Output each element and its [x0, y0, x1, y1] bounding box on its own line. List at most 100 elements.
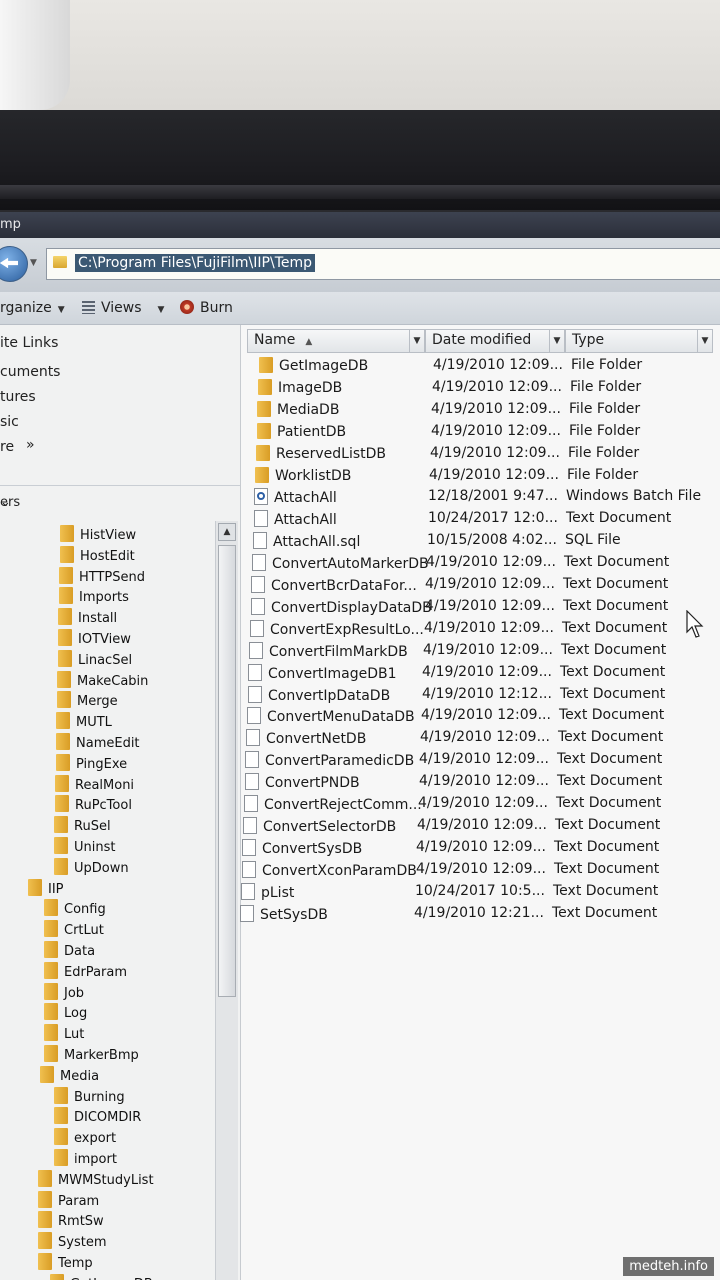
file-row[interactable]: AttachAll 12/18/2001 9:47... Windows Batch… — [241, 486, 720, 508]
favorite-link[interactable]: re — [0, 439, 14, 455]
tree-item[interactable]: MWMStudyList — [38, 1169, 154, 1188]
tree-item[interactable]: LinacSel — [58, 649, 132, 668]
views-button[interactable]: Views ▼ — [82, 300, 164, 316]
watermark: medteh.info — [623, 1257, 714, 1276]
file-row[interactable]: ConvertImageDB1 4/19/2010 12:09... Text Do… — [241, 662, 720, 684]
favorite-link[interactable]: ite Links — [0, 335, 58, 351]
column-header-date[interactable]: Date modified ▼ — [425, 329, 565, 353]
tree-scrollbar[interactable]: ▲ — [215, 521, 238, 1280]
history-dropdown-icon[interactable]: ▼ — [30, 258, 37, 268]
burn-button[interactable]: Burn — [180, 300, 233, 316]
tree-item-label: DICOMDIR — [74, 1110, 142, 1126]
favorites-more-button[interactable]: » — [26, 437, 35, 453]
file-row[interactable]: GetImageDB 4/19/2010 12:09... File Folder — [241, 355, 720, 377]
file-row[interactable]: ConvertMenuDataDB 4/19/2010 12:09... Text … — [241, 705, 720, 727]
file-row[interactable]: WorklistDB 4/19/2010 12:09... File Folder — [241, 465, 720, 487]
file-row[interactable]: ConvertDisplayDataDB 4/19/2010 12:09... Te… — [241, 596, 720, 618]
file-row[interactable]: ConvertBcrDataFor... 4/19/2010 12:09... Te… — [241, 574, 720, 596]
file-row[interactable]: ConvertXconParamDB 4/19/2010 12:09... Text… — [241, 859, 720, 881]
tree-item[interactable]: Param — [38, 1190, 99, 1209]
favorite-link[interactable]: tures — [0, 389, 36, 405]
address-path[interactable]: C:\Program Files\FujiFilm\IIP\Temp — [75, 254, 316, 272]
file-row[interactable]: MediaDB 4/19/2010 12:09... File Folder — [241, 399, 720, 421]
file-row[interactable]: AttachAll 10/24/2017 12:0... Text Document — [241, 508, 720, 530]
tree-item[interactable]: import — [54, 1149, 117, 1167]
tree-item[interactable]: MarkerBmp — [44, 1045, 139, 1063]
column-filter-dropdown-icon[interactable]: ▼ — [409, 330, 424, 352]
folders-header[interactable]: ers ⌄ — [0, 485, 240, 515]
tree-item[interactable]: System — [38, 1232, 106, 1250]
tree-item-label: RuSel — [74, 819, 111, 835]
tree-item[interactable]: Install — [58, 608, 117, 626]
tree-item[interactable]: RuSel — [54, 816, 111, 834]
favorite-link[interactable]: sic — [0, 414, 19, 430]
tree-item[interactable]: RealMoni — [55, 774, 134, 793]
address-field[interactable]: C:\Program Files\FujiFilm\IIP\Temp — [46, 248, 720, 280]
favorite-link[interactable]: cuments — [0, 364, 60, 380]
file-row[interactable]: SetSysDB 4/19/2010 12:21... Text Document — [240, 903, 720, 925]
scroll-thumb[interactable] — [218, 545, 236, 997]
tree-item[interactable]: EdrParam — [44, 961, 127, 980]
tree-item[interactable]: Log — [44, 1003, 87, 1021]
tree-item[interactable]: HistView — [60, 525, 136, 543]
tree-item[interactable]: CrtLut — [44, 920, 104, 938]
tree-item[interactable]: NameEdit — [56, 733, 140, 751]
file-row[interactable]: ConvertPNDB 4/19/2010 12:09... Text Docume… — [241, 771, 720, 793]
folder-icon — [38, 1211, 52, 1229]
tree-item[interactable]: DICOMDIR — [54, 1107, 141, 1125]
tree-item[interactable]: PingExe — [56, 753, 127, 772]
chevron-down-icon[interactable]: ⌄ — [0, 495, 11, 510]
tree-item[interactable]: RuPcTool — [55, 795, 132, 813]
file-row[interactable]: AttachAll.sql 10/15/2008 4:02... SQL File — [241, 530, 720, 552]
file-row[interactable]: PatientDB 4/19/2010 12:09... File Folder — [241, 421, 720, 443]
column-header-type[interactable]: Type ▼ — [565, 329, 713, 353]
tree-item[interactable]: Imports — [59, 587, 129, 605]
tree-item[interactable]: Media — [40, 1065, 99, 1084]
tree-item[interactable]: Data — [44, 941, 95, 959]
tree-item[interactable]: RmtSw — [38, 1211, 104, 1229]
file-row[interactable]: ConvertAutoMarkerDB 4/19/2010 12:09... Tex… — [241, 552, 720, 574]
file-row[interactable]: ConvertFilmMarkDB 4/19/2010 12:09... Text … — [241, 640, 720, 662]
document-icon — [253, 532, 267, 550]
tree-item[interactable]: HostEdit — [60, 545, 135, 564]
file-row[interactable]: ConvertSysDB 4/19/2010 12:09... Text Docum… — [241, 837, 720, 859]
file-row[interactable]: ConvertNetDB 4/19/2010 12:09... Text Docum… — [241, 727, 720, 749]
file-date-cell: 4/19/2010 12:09... — [416, 860, 546, 877]
tree-item[interactable]: IIP — [28, 878, 64, 897]
tree-item[interactable]: MakeCabin — [57, 670, 148, 689]
file-row[interactable]: ConvertExpResultLo... 4/19/2010 12:09... T… — [241, 618, 720, 640]
column-header-name[interactable]: Name ▲ ▼ — [247, 329, 425, 353]
tree-item[interactable]: Job — [44, 982, 84, 1001]
navigation-pane: ite Links cuments tures sic re » ers ⌄ H… — [0, 325, 241, 1280]
file-row[interactable]: ImageDB 4/19/2010 12:09... File Folder — [241, 377, 720, 399]
tree-item[interactable]: Burning — [54, 1086, 125, 1105]
scroll-up-arrow-icon[interactable]: ▲ — [218, 523, 236, 541]
file-name-cell: ConvertSelectorDB — [243, 816, 396, 835]
file-type-cell: Text Document — [555, 816, 661, 833]
file-row[interactable]: ConvertParamedicDB 4/19/2010 12:09... Text… — [241, 749, 720, 771]
file-row[interactable]: pList 10/24/2017 10:5... Text Document — [241, 881, 720, 903]
file-row[interactable]: ConvertSelectorDB 4/19/2010 12:09... Text … — [241, 815, 720, 837]
organize-button[interactable]: rganize ▼ — [0, 300, 65, 316]
file-name: ConvertDisplayDataDB — [271, 599, 432, 616]
tree-item[interactable]: Lut — [44, 1024, 84, 1042]
tree-item[interactable]: UpDown — [54, 857, 129, 876]
folder-icon — [56, 733, 70, 750]
tree-item[interactable]: IOTView — [58, 629, 131, 647]
column-filter-dropdown-icon[interactable]: ▼ — [549, 330, 564, 352]
back-button[interactable] — [0, 246, 28, 282]
tree-item[interactable]: GetImageDB — [50, 1273, 153, 1280]
tree-item[interactable]: Uninst — [54, 837, 115, 855]
folder-icon — [57, 691, 71, 709]
tree-item[interactable]: HTTPSend — [59, 566, 145, 585]
file-row[interactable]: ConvertRejectComm... 4/19/2010 12:09... Te… — [241, 793, 720, 815]
tree-item[interactable]: export — [54, 1128, 116, 1146]
tree-item-label: Config — [64, 902, 106, 918]
file-row[interactable]: ConvertIpDataDB 4/19/2010 12:12... Text Do… — [241, 684, 720, 706]
tree-item[interactable]: Temp — [38, 1253, 93, 1271]
tree-item[interactable]: MUTL — [56, 712, 112, 730]
tree-item[interactable]: Config — [44, 899, 106, 917]
tree-item[interactable]: Merge — [57, 691, 118, 709]
column-filter-dropdown-icon[interactable]: ▼ — [697, 330, 712, 352]
file-row[interactable]: ReservedListDB 4/19/2010 12:09... File Fol… — [241, 443, 720, 465]
